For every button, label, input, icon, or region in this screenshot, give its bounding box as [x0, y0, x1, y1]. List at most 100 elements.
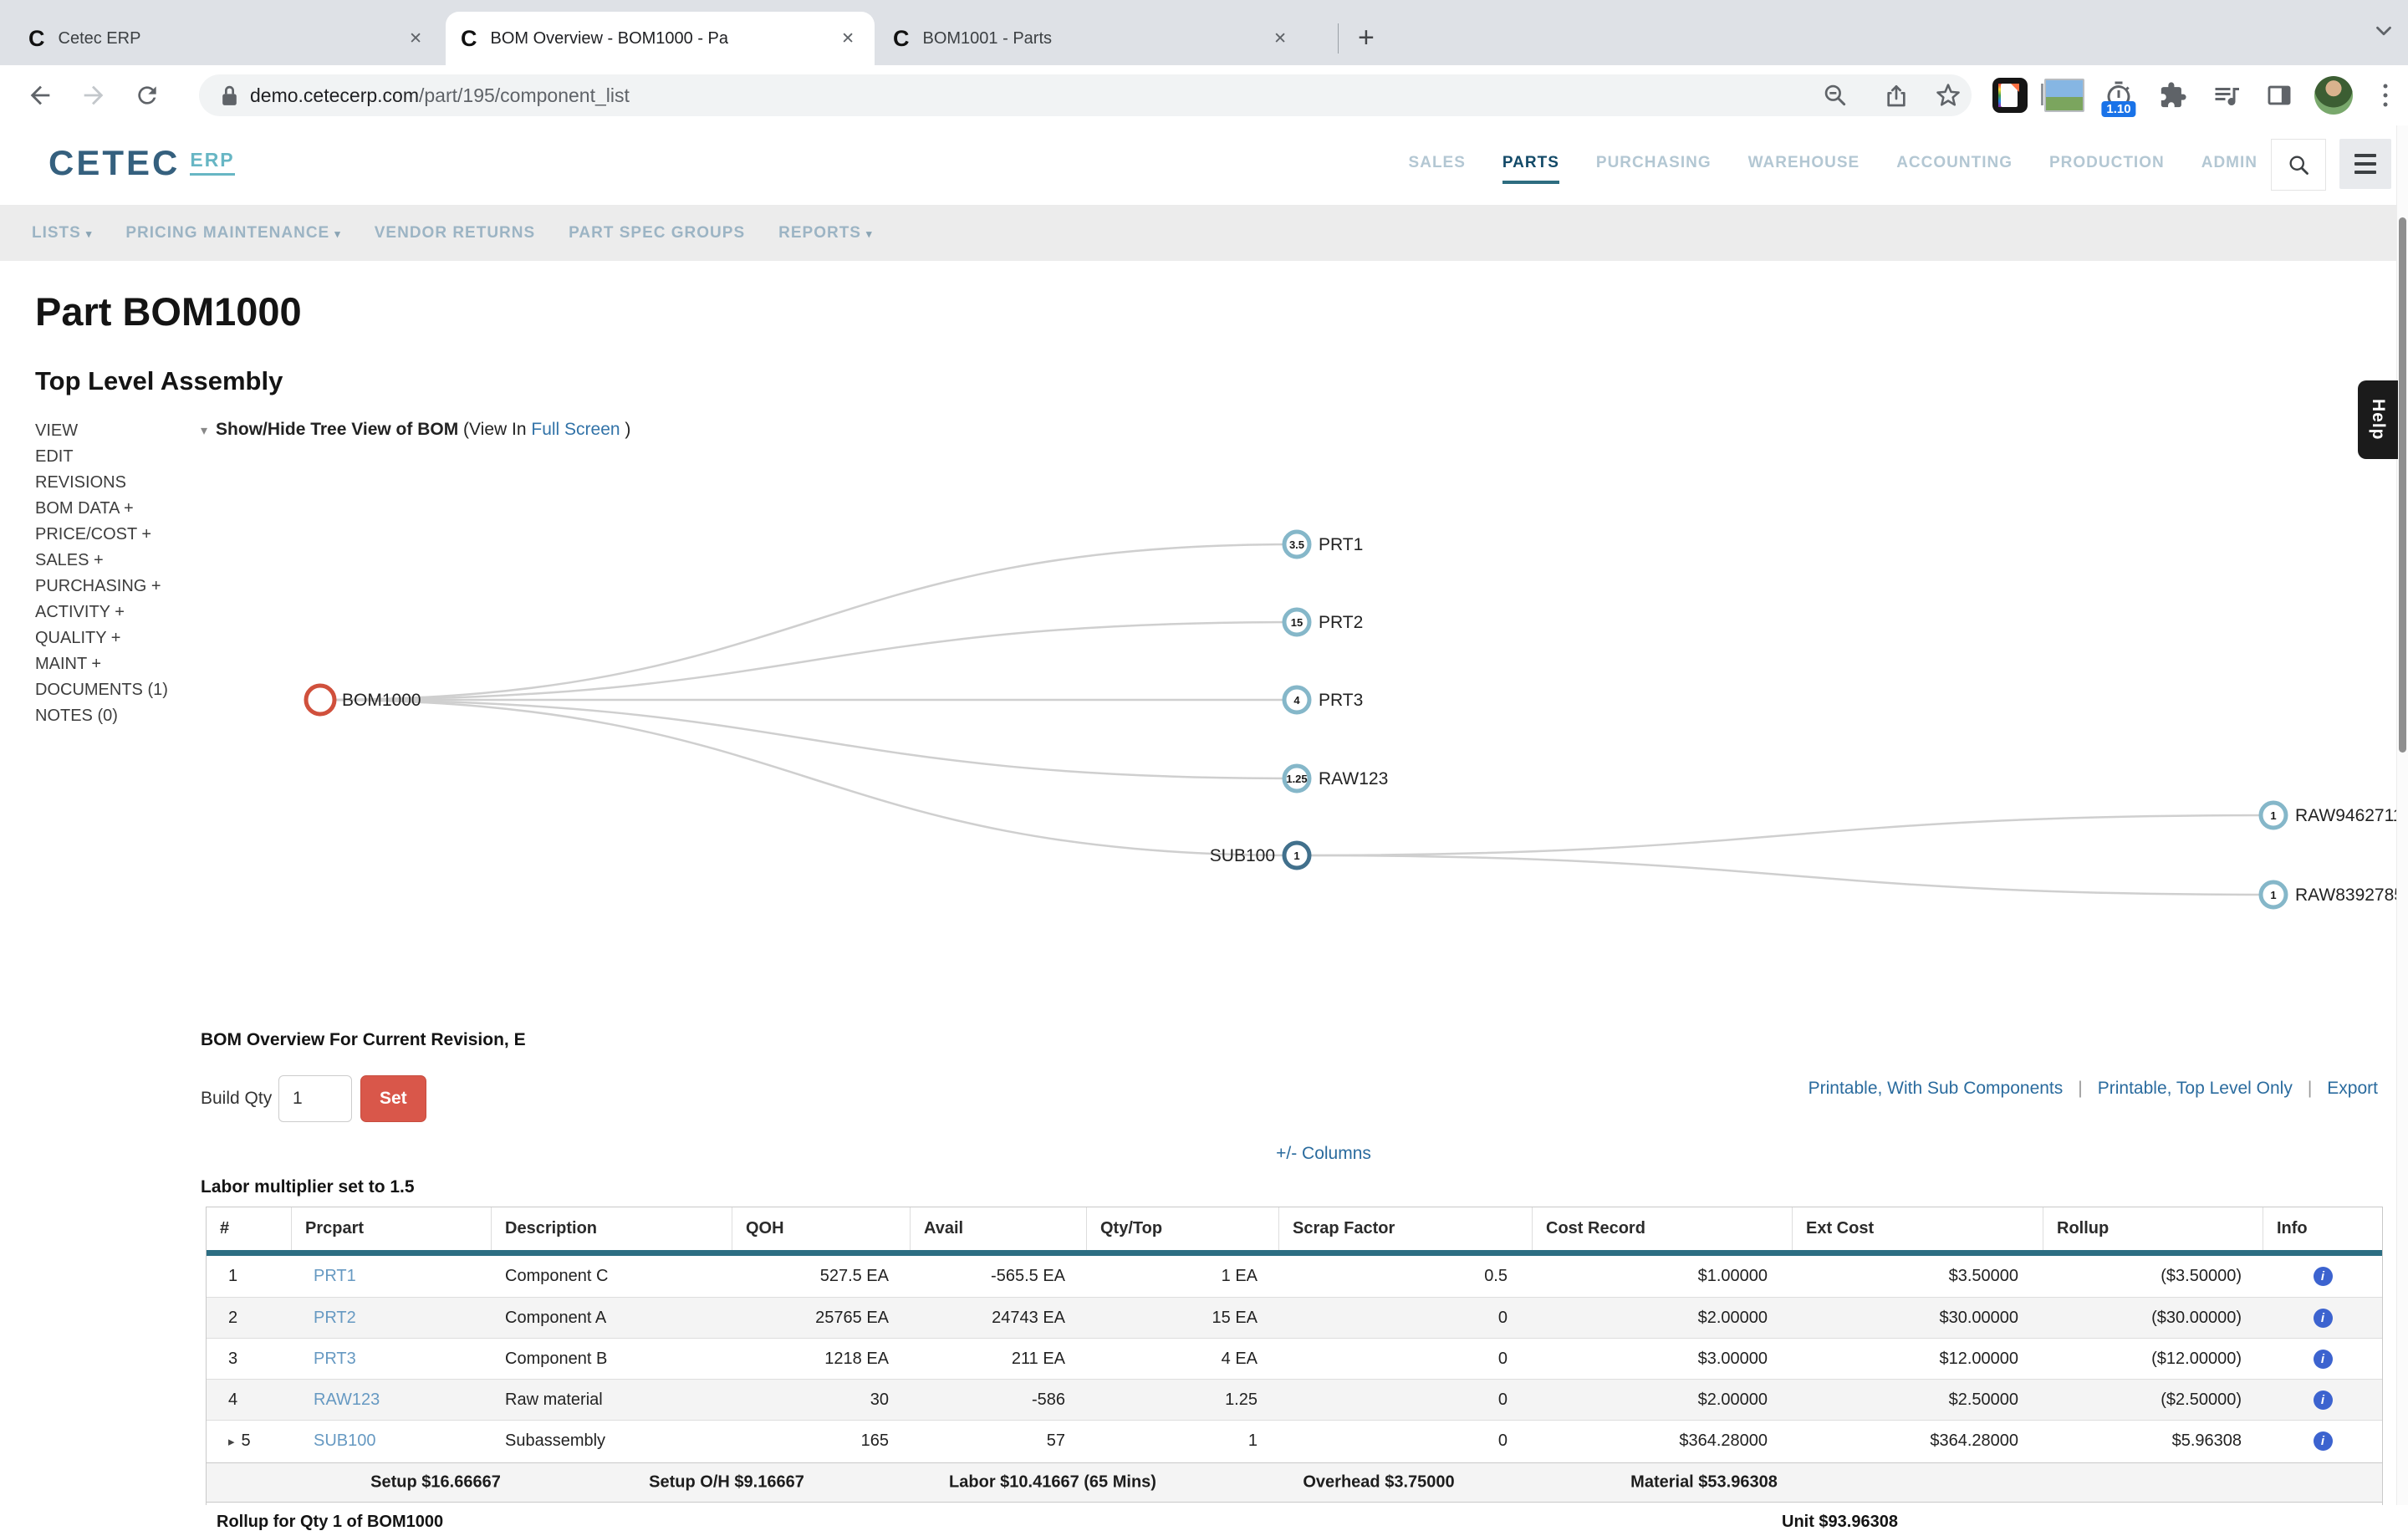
- info-icon[interactable]: i: [2314, 1431, 2333, 1451]
- tree-node-qty: 3.5: [1289, 538, 1304, 551]
- info-icon[interactable]: i: [2314, 1391, 2333, 1410]
- cell-qty_top: 1.25: [1087, 1380, 1279, 1421]
- share-icon[interactable]: [1883, 82, 1910, 109]
- printable-link-printable-top-level-only[interactable]: Printable, Top Level Only: [2098, 1079, 2293, 1099]
- top-nav-item-production[interactable]: PRODUCTION: [2049, 154, 2165, 184]
- full-screen-link[interactable]: Full Screen: [531, 420, 620, 439]
- info-icon[interactable]: i: [2263, 1421, 2382, 1462]
- cell-scrap: 0.5: [1279, 1256, 1533, 1297]
- bookmark-star-icon[interactable]: [1934, 81, 1962, 110]
- build-qty-label: Build Qty: [201, 1089, 272, 1109]
- tree-node-circle[interactable]: [306, 686, 334, 714]
- tree-node-raw123[interactable]: 1.25RAW123: [1284, 766, 1388, 791]
- info-icon[interactable]: i: [2263, 1256, 2382, 1297]
- cell-prcpart[interactable]: PRT1: [292, 1256, 492, 1297]
- tree-link: [320, 700, 1297, 778]
- tree-node-label: PRT2: [1319, 613, 1363, 632]
- cell-qty_top: 15 EA: [1087, 1298, 1279, 1339]
- info-icon[interactable]: i: [2314, 1309, 2333, 1328]
- window-chevron-icon[interactable]: [2371, 18, 2396, 43]
- forward-icon[interactable]: [79, 81, 108, 110]
- cell-description: Component B: [492, 1339, 732, 1380]
- header-menu-button[interactable]: [2339, 139, 2391, 189]
- printable-link-printable-with-sub-components[interactable]: Printable, With Sub Components: [1809, 1079, 2064, 1099]
- printable-link-export[interactable]: Export: [2327, 1079, 2378, 1099]
- tab-close-icon[interactable]: ✕: [404, 28, 427, 50]
- reload-icon[interactable]: [134, 82, 161, 109]
- tab-close-icon[interactable]: ✕: [836, 28, 860, 50]
- tree-link: [1297, 855, 2273, 895]
- info-icon[interactable]: i: [2263, 1339, 2382, 1380]
- url-text: demo.cetecerp.com/part/195/component_lis…: [250, 84, 630, 107]
- cell-num: ▸5: [207, 1421, 292, 1462]
- back-icon[interactable]: [26, 81, 54, 110]
- info-icon[interactable]: i: [2263, 1298, 2382, 1339]
- tab-close-icon[interactable]: ✕: [1268, 28, 1292, 50]
- zoom-out-icon[interactable]: [1822, 82, 1849, 109]
- extension-image-icon[interactable]: [2044, 79, 2084, 112]
- cell-ext_cost: $2.50000: [1793, 1380, 2043, 1421]
- page-title: Part BOM1000: [35, 288, 302, 334]
- top-nav-item-warehouse[interactable]: WAREHOUSE: [1748, 154, 1860, 184]
- subnav-item-reports[interactable]: REPORTS▾: [778, 224, 872, 242]
- url-bar[interactable]: demo.cetecerp.com/part/195/component_lis…: [199, 74, 1972, 116]
- side-panel-icon[interactable]: [2265, 81, 2293, 110]
- top-nav-item-purchasing[interactable]: PURCHASING: [1596, 154, 1712, 184]
- rollup-label: Rollup for Qty 1 of BOM1000: [217, 1513, 443, 1532]
- tree-node-raw9462711[interactable]: 1RAW9462711: [2261, 803, 2402, 828]
- extension-timer-icon[interactable]: 1.10: [2104, 80, 2134, 110]
- tree-node-label: RAW8392785: [2295, 885, 2404, 905]
- tree-node-raw8392785[interactable]: 1RAW8392785: [2261, 882, 2404, 907]
- browser-menu-icon[interactable]: [2384, 84, 2388, 107]
- cell-cost_record: $1.00000: [1533, 1256, 1793, 1297]
- cell-prcpart[interactable]: PRT2: [292, 1298, 492, 1339]
- build-qty-input[interactable]: [278, 1075, 352, 1122]
- browser-tab[interactable]: CBOM1001 - Parts✕: [878, 12, 1307, 65]
- cell-rollup: ($2.50000): [2043, 1380, 2263, 1421]
- top-nav-item-admin[interactable]: ADMIN: [2201, 154, 2258, 184]
- top-nav-item-accounting[interactable]: ACCOUNTING: [1896, 154, 2013, 184]
- info-icon[interactable]: i: [2263, 1380, 2382, 1421]
- browser-tab[interactable]: CBOM Overview - BOM1000 - Pa✕: [446, 12, 875, 65]
- scrollbar-thumb[interactable]: [2399, 217, 2406, 753]
- labor-multiplier-note: Labor multiplier set to 1.5: [201, 1177, 415, 1197]
- bom-tree-diagram[interactable]: BOM1000 3.5PRT1 15PRT2 4PRT3 1.25RAW123 1SUB1…: [0, 452, 2408, 970]
- subnav-item-part-spec-groups[interactable]: PART SPEC GROUPS: [569, 224, 745, 242]
- cell-prcpart[interactable]: SUB100: [292, 1421, 492, 1462]
- cetec-logo[interactable]: CETEC ERP: [48, 145, 235, 181]
- tree-node-sub100[interactable]: 1SUB100: [1210, 843, 1309, 868]
- dropdown-caret-icon: ▾: [86, 227, 93, 240]
- subnav-item-lists[interactable]: LISTS▾: [32, 224, 92, 242]
- playlist-music-icon[interactable]: [2212, 80, 2242, 110]
- subnav-item-pricing-maintenance[interactable]: PRICING MAINTENANCE▾: [125, 224, 340, 242]
- tree-node-prt2[interactable]: 15PRT2: [1284, 610, 1363, 635]
- header-search-button[interactable]: [2271, 139, 2326, 191]
- columns-toggle-link[interactable]: +/- Columns: [1276, 1144, 1371, 1164]
- top-nav-item-parts[interactable]: PARTS: [1502, 154, 1559, 184]
- side-menu-item-view[interactable]: VIEW: [35, 418, 168, 444]
- browser-tab[interactable]: CCetec ERP✕: [13, 12, 442, 65]
- cell-ext_cost: $3.50000: [1793, 1256, 2043, 1297]
- set-button[interactable]: Set: [360, 1075, 426, 1122]
- extensions-puzzle-icon[interactable]: [2159, 81, 2187, 110]
- cell-prcpart[interactable]: PRT3: [292, 1339, 492, 1380]
- info-icon[interactable]: i: [2314, 1267, 2333, 1286]
- extension-doc-icon[interactable]: [1992, 78, 2028, 113]
- tree-node-qty: 1: [1293, 850, 1299, 862]
- new-tab-button[interactable]: +: [1349, 20, 1383, 55]
- help-tab-button[interactable]: Help: [2358, 380, 2398, 459]
- tree-node-bom1000[interactable]: BOM1000: [306, 686, 421, 714]
- info-icon[interactable]: i: [2314, 1350, 2333, 1369]
- top-nav-item-sales[interactable]: SALES: [1409, 154, 1466, 184]
- bom-row-raw123: 4RAW123Raw material30-5861.250$2.00000$2…: [207, 1379, 2382, 1421]
- cell-avail: -586: [911, 1380, 1087, 1421]
- tree-node-prt3[interactable]: 4PRT3: [1284, 687, 1363, 712]
- page-scrollbar[interactable]: [2396, 125, 2408, 1505]
- tree-link: [1297, 815, 2273, 855]
- profile-avatar[interactable]: [2314, 76, 2353, 115]
- cell-prcpart[interactable]: RAW123: [292, 1380, 492, 1421]
- tree-node-prt1[interactable]: 3.5PRT1: [1284, 532, 1363, 557]
- tree-view-toggle[interactable]: ▾Show/Hide Tree View of BOM (View In Ful…: [201, 420, 630, 440]
- expand-caret-icon[interactable]: ▸: [228, 1434, 235, 1449]
- subnav-item-vendor-returns[interactable]: VENDOR RETURNS: [375, 224, 535, 242]
